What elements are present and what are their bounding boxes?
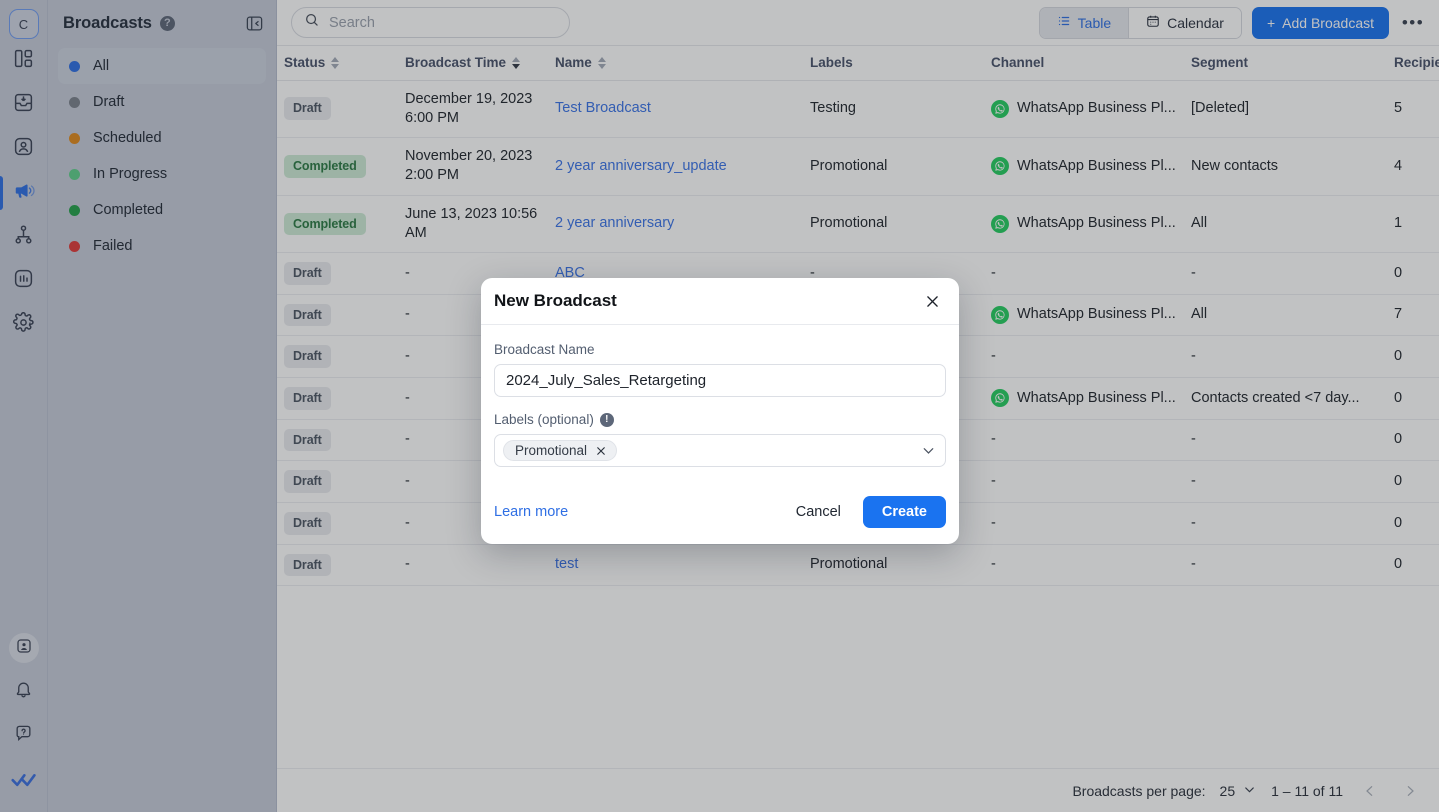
labels-multiselect[interactable]: Promotional (494, 434, 946, 467)
remove-label-icon[interactable] (595, 445, 607, 457)
broadcast-name-field: Broadcast Name (494, 342, 946, 397)
labels-label-text: Labels (optional) (494, 412, 594, 427)
app-root: C Broadcasts ? All Draft Scheduled In Pr… (0, 0, 1439, 812)
modal-body: Broadcast Name Labels (optional) ! Promo… (481, 325, 959, 484)
modal-header: New Broadcast (481, 278, 959, 325)
info-icon[interactable]: ! (599, 412, 614, 427)
cancel-button[interactable]: Cancel (786, 497, 851, 527)
broadcast-name-label: Broadcast Name (494, 342, 595, 357)
labels-field: Labels (optional) ! Promotional (494, 412, 946, 467)
close-icon[interactable] (919, 288, 945, 314)
chevron-down-icon[interactable] (920, 442, 937, 459)
label-chip-promotional: Promotional (503, 440, 618, 461)
learn-more-link[interactable]: Learn more (494, 504, 568, 520)
labels-label: Labels (optional) ! (494, 412, 946, 427)
modal-title: New Broadcast (494, 291, 617, 310)
new-broadcast-modal: New Broadcast Broadcast Name Labels (opt… (481, 278, 959, 544)
label-chip-text: Promotional (515, 443, 588, 458)
modal-footer: Learn more Cancel Create (481, 484, 959, 544)
broadcast-name-input[interactable] (494, 364, 946, 397)
create-button[interactable]: Create (862, 496, 946, 528)
